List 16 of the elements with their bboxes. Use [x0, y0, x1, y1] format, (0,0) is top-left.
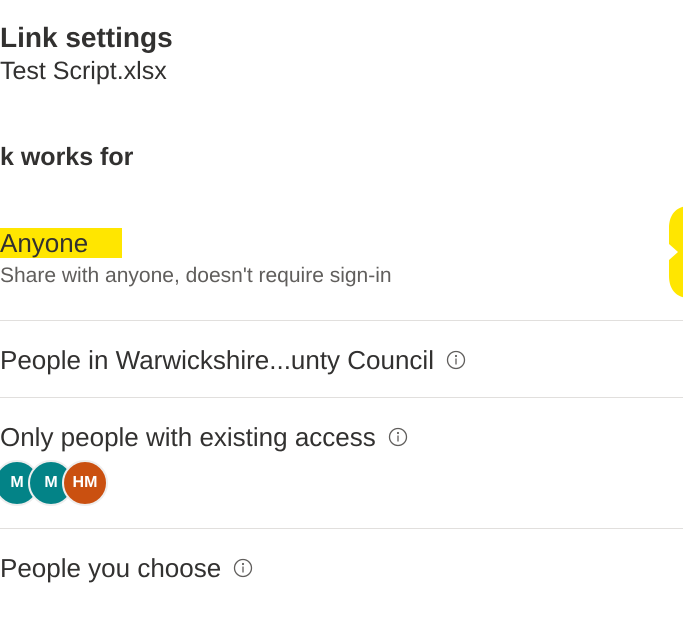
link-option[interactable]: Only people with existing access M M HM [0, 398, 683, 529]
link-option[interactable]: Anyone Share with anyone, doesn't require sign-in [0, 172, 683, 321]
info-icon[interactable] [446, 350, 466, 370]
option-description: Share with anyone, doesn't require sign-in [0, 264, 392, 288]
option-label: Only people with existing access [0, 422, 376, 452]
info-icon[interactable] [388, 427, 408, 447]
link-option[interactable]: People in Warwickshire...unty Council [0, 321, 683, 398]
option-label: People you choose [0, 553, 222, 583]
info-icon[interactable] [233, 558, 254, 578]
option-label: People in Warwickshire...unty Council [0, 345, 434, 375]
link-option[interactable]: People you choose [0, 529, 683, 605]
file-name: Test Script.xlsx [0, 56, 168, 86]
avatar: HM [62, 460, 108, 506]
option-label: Anyone [0, 228, 122, 258]
dialog-title: Link settings [0, 22, 174, 54]
section-heading: k works for [0, 142, 134, 172]
